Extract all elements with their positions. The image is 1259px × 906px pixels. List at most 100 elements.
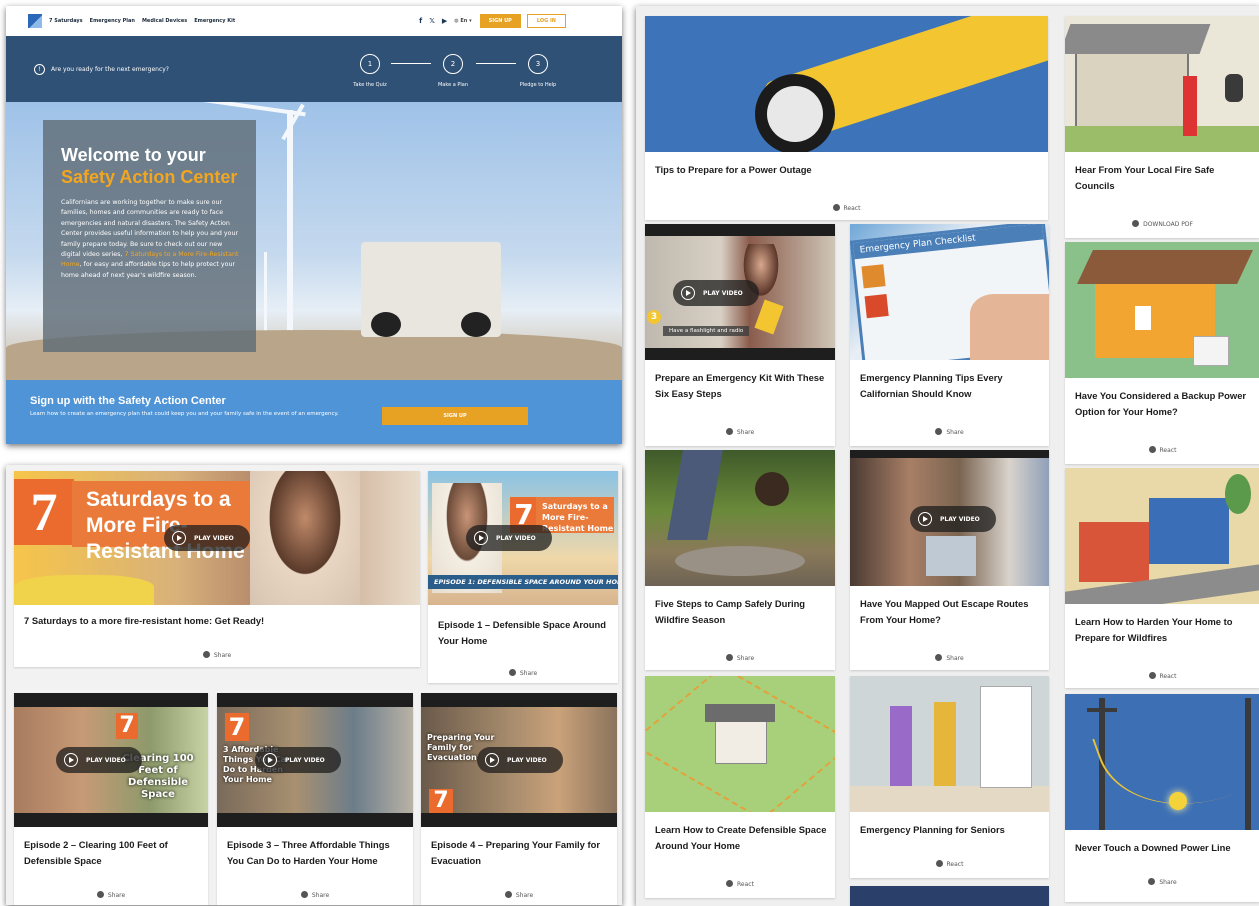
seniors-illustration (850, 676, 1049, 812)
fire-safe-illustration (1065, 16, 1259, 152)
react-button[interactable]: React (1065, 446, 1259, 454)
react-icon (726, 880, 734, 887)
article-card[interactable]: Have You Considered a Backup Power Optio… (1065, 242, 1259, 464)
nav-emergency-kit[interactable]: Emergency Kit (194, 18, 235, 24)
play-video-button[interactable]: PLAY VIDEO (673, 280, 759, 306)
download-icon (1132, 220, 1140, 227)
signup-button[interactable]: SIGN UP (382, 407, 528, 425)
top-navigation: 7 Saturdays Emergency Plan Medical Devic… (6, 6, 622, 36)
article-title[interactable]: Five Steps to Camp Safely During Wildfir… (655, 596, 830, 628)
signup-title: Sign up with the Safety Action Center (30, 395, 226, 407)
flashlight-lens (767, 86, 823, 142)
article-title[interactable]: Hear From Your Local Fire Safe Councils (1075, 162, 1250, 194)
play-video-button[interactable]: PLAY VIDEO (477, 747, 563, 773)
article-title[interactable]: Emergency Planning for Seniors (860, 822, 1040, 838)
article-card[interactable]: Hear From Your Local Fire Safe Councils … (1065, 16, 1259, 238)
video-title[interactable]: Episode 3 – Three Affordable Things You … (227, 837, 407, 869)
article-cards-panel: Tips to Prepare for a Power Outage React… (636, 6, 1259, 906)
react-button[interactable]: React (1065, 672, 1259, 680)
facebook-icon[interactable]: f (419, 17, 422, 25)
senior-man (934, 702, 956, 786)
share-button[interactable]: Share (645, 654, 835, 662)
play-video-button[interactable]: PLAY VIDEO (255, 747, 341, 773)
site-logo[interactable] (28, 14, 42, 28)
video-thumbnail: 3 Have a flashlight and radio PLAY VIDEO (645, 224, 835, 360)
share-button[interactable]: Share (850, 428, 1049, 436)
play-video-button[interactable]: PLAY VIDEO (466, 525, 552, 551)
video-title[interactable]: Episode 2 – Clearing 100 Feet of Defensi… (24, 837, 202, 869)
video-title[interactable]: Episode 1 – Defensible Space Around Your… (438, 617, 610, 649)
nav-emergency-plan[interactable]: Emergency Plan (90, 18, 135, 24)
video-card[interactable]: 7 3 Affordable Things You Can Do to Hard… (217, 693, 413, 905)
share-icon (96, 891, 104, 898)
share-button[interactable]: Share (14, 651, 420, 659)
play-video-button[interactable]: PLAY VIDEO (164, 525, 250, 551)
video-thumbnail: 7 Saturdays to a More Fire-Resistant Hom… (14, 471, 420, 605)
article-card[interactable]: Five Steps to Camp Safely During Wildfir… (645, 450, 835, 670)
article-card[interactable]: PLAY VIDEO Have You Mapped Out Escape Ro… (850, 450, 1049, 670)
play-icon (918, 512, 932, 526)
article-card-partial[interactable] (850, 886, 1049, 906)
share-button[interactable]: Share (850, 654, 1049, 662)
play-video-button[interactable]: PLAY VIDEO (910, 506, 996, 532)
fire-pit (675, 546, 805, 576)
share-button[interactable]: Share (421, 891, 617, 899)
article-card[interactable]: Tips to Prepare for a Power Outage React (645, 16, 1048, 220)
step-make-plan[interactable]: 2 Make a Plan (423, 54, 483, 88)
share-button[interactable]: Share (217, 891, 413, 899)
article-card[interactable]: Learn How to Harden Your Home to Prepare… (1065, 468, 1259, 688)
video-card[interactable]: 7 Saturdays to a More Fire-Resistant Hom… (14, 471, 420, 667)
lawn (1065, 126, 1259, 152)
utility-truck (361, 242, 501, 337)
video-title[interactable]: 7 Saturdays to a more fire-resistant hom… (24, 613, 264, 629)
play-video-button[interactable]: PLAY VIDEO (56, 747, 142, 773)
video-card[interactable]: 7 Saturdays to a More Fire-Resistant Hom… (428, 471, 618, 683)
article-card[interactable]: Emergency Planning for Seniors React (850, 676, 1049, 878)
header-signup-button[interactable]: SIGN UP (479, 14, 521, 28)
article-card[interactable]: Never Touch a Downed Power Line Share (1065, 694, 1259, 902)
share-button[interactable]: Share (14, 891, 208, 899)
article-title[interactable]: Learn How to Harden Your Home to Prepare… (1075, 614, 1255, 646)
video-card[interactable]: 7 Clearing 100 Feet of Defensible Space … (14, 693, 208, 905)
download-pdf-button[interactable]: DOWNLOAD PDF (1065, 220, 1259, 228)
share-button[interactable]: Share (645, 428, 835, 436)
step-pledge[interactable]: 3 Pledge to Help (508, 54, 568, 88)
video-card[interactable]: Preparing Your Family for Evacuation 7 P… (421, 693, 617, 905)
info-icon: ! (34, 64, 45, 75)
article-title[interactable]: Have You Mapped Out Escape Routes From Y… (860, 596, 1040, 628)
article-title[interactable]: Emergency Planning Tips Every California… (860, 370, 1040, 402)
video-title[interactable]: Episode 4 – Preparing Your Family for Ev… (431, 837, 611, 869)
readiness-question[interactable]: ! Are you ready for the next emergency? (34, 64, 169, 75)
nav-medical-devices[interactable]: Medical Devices (142, 18, 187, 24)
article-title[interactable]: Tips to Prepare for a Power Outage (655, 162, 1035, 178)
article-title[interactable]: Prepare an Emergency Kit With These Six … (655, 370, 830, 402)
react-button[interactable]: React (850, 860, 1049, 868)
defensible-space-illustration (645, 676, 835, 812)
step-take-quiz[interactable]: 1 Take the Quiz (340, 54, 400, 88)
twitter-icon[interactable]: 𝕏 (429, 17, 435, 25)
tablet (926, 536, 976, 576)
safety-action-center-homepage: 7 Saturdays Emergency Plan Medical Devic… (6, 6, 622, 444)
article-card[interactable]: Learn How to Create Defensible Space Aro… (645, 676, 835, 898)
header-login-button[interactable]: LOG IN (526, 14, 566, 28)
share-icon (935, 428, 943, 435)
language-select[interactable]: ◍ En ▾ (454, 18, 471, 24)
react-button[interactable]: React (645, 204, 1048, 212)
roof (705, 704, 775, 722)
react-icon (832, 204, 840, 211)
article-card[interactable]: Emergency Plan Checklist Emergency Plann… (850, 224, 1049, 446)
floor (850, 786, 1049, 812)
episode-banner: EPISODE 1: DEFENSIBLE SPACE AROUND YOUR … (428, 575, 618, 589)
nav-7-saturdays[interactable]: 7 Saturdays (49, 18, 83, 24)
article-title[interactable]: Learn How to Create Defensible Space Aro… (655, 822, 830, 854)
article-title[interactable]: Have You Considered a Backup Power Optio… (1075, 388, 1255, 420)
signup-band: Sign up with the Safety Action Center Le… (6, 380, 622, 444)
react-button[interactable]: React (645, 880, 835, 888)
share-button[interactable]: Share (428, 669, 618, 677)
share-button[interactable]: Share (1065, 878, 1259, 886)
react-icon (1148, 672, 1156, 679)
roof (1065, 24, 1211, 54)
article-title[interactable]: Never Touch a Downed Power Line (1075, 840, 1255, 856)
article-card[interactable]: 3 Have a flashlight and radio PLAY VIDEO… (645, 224, 835, 446)
youtube-icon[interactable]: ▶ (442, 17, 447, 25)
